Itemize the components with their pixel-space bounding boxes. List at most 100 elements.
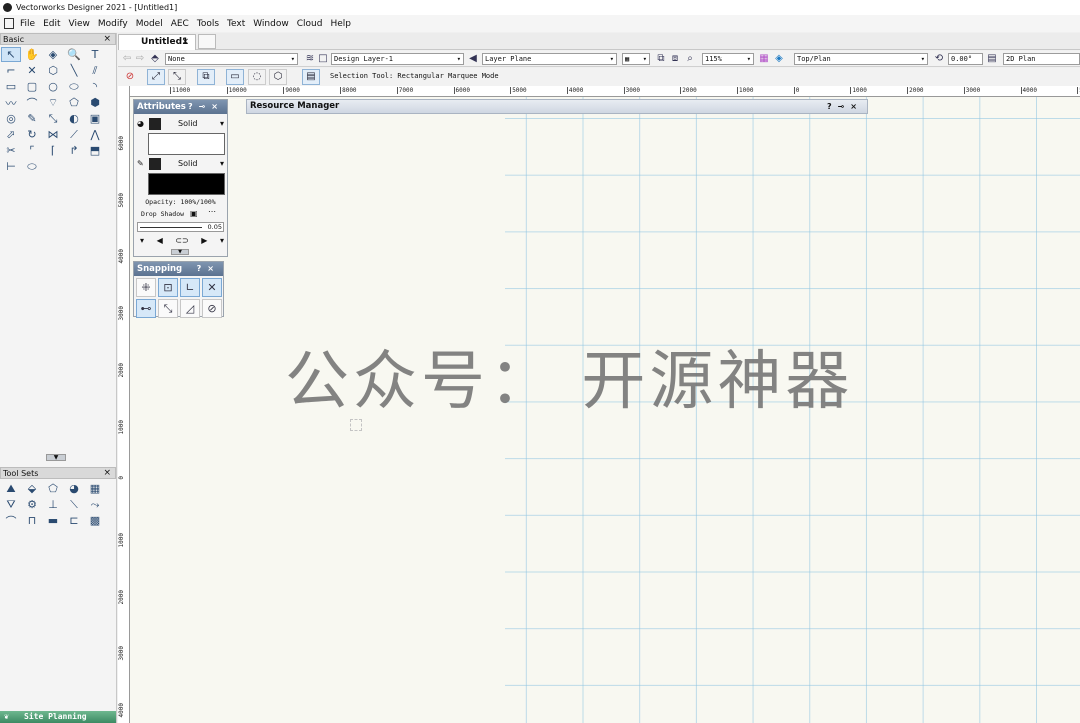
chamfer-tool-icon[interactable]: ⌈ xyxy=(43,143,63,158)
mode-lasso-button[interactable]: ◌ xyxy=(248,69,266,85)
magnifier-icon[interactable]: ⌕ xyxy=(684,53,696,65)
snapping-controls[interactable]: ?× xyxy=(197,262,220,276)
push-pull-tool-icon[interactable]: ⬒ xyxy=(85,143,105,158)
selection-tool-icon[interactable]: ↖ xyxy=(1,47,21,62)
offset-tool-icon[interactable]: ↱ xyxy=(64,143,84,158)
arrowhead-row[interactable]: ▾ ◀ ⊂⊃ ▶ ▾ xyxy=(140,236,224,245)
attributes-collapse-icon[interactable]: ▼ xyxy=(171,249,189,255)
snap-smart-points-icon[interactable]: ⤡ xyxy=(158,299,178,318)
site-planning-set-icon[interactable]: ⛰ xyxy=(1,481,21,496)
opacity-label[interactable]: Opacity: 100%/100% xyxy=(134,198,227,206)
disable-select-icon[interactable]: ⊘ xyxy=(124,71,136,83)
extrude-tool-icon[interactable]: ⬭ xyxy=(22,159,42,174)
symbol-tool-icon[interactable]: ⬡ xyxy=(43,63,63,78)
line-weight-field[interactable]: 0.05 xyxy=(137,222,224,232)
dims-set-icon[interactable]: ⊥ xyxy=(43,497,63,512)
menu-cloud[interactable]: Cloud xyxy=(297,19,323,29)
snap-object-icon[interactable]: ⊡ xyxy=(158,278,178,297)
circle-tool-icon[interactable]: ○ xyxy=(43,79,63,94)
locus-tool-icon[interactable]: ✕ xyxy=(22,63,42,78)
pen-dropdown-icon[interactable]: ▾ xyxy=(220,158,224,170)
line-tool-icon[interactable]: ╲ xyxy=(64,63,84,78)
mode-poly-button[interactable]: ⬡ xyxy=(269,69,287,85)
text-tool-icon[interactable]: T xyxy=(85,47,105,62)
pen-swatch[interactable] xyxy=(149,158,161,170)
start-arrow-dropdown-icon[interactable]: ▾ xyxy=(140,236,144,245)
fill-color-preview[interactable] xyxy=(148,133,225,155)
clip-tool-icon[interactable]: ▣ xyxy=(85,111,105,126)
site-planning-bar[interactable]: ❦ Site Planning xyxy=(0,711,116,723)
shadow-more-icon[interactable]: ⋯ xyxy=(208,207,216,216)
snapping-header[interactable]: Snapping ?× xyxy=(134,262,223,276)
snap-distance-icon[interactable]: ⊷ xyxy=(136,299,156,318)
shadow-checkbox-icon[interactable]: ▣ xyxy=(190,209,198,218)
attributes-controls[interactable]: ?⊸× xyxy=(188,100,224,114)
tab-untitled1[interactable]: Untitled1 × xyxy=(118,34,196,50)
rounded-rect-tool-icon[interactable]: ▢ xyxy=(22,79,42,94)
dimension-tool-icon[interactable]: ⊢ xyxy=(1,159,21,174)
toolsets-palette-close-icon[interactable]: × xyxy=(103,468,111,479)
plane-select[interactable]: Layer Plane ▾ xyxy=(482,53,617,65)
view-select[interactable]: Top/Plan ▾ xyxy=(794,53,928,65)
plane-icon[interactable]: ◀ xyxy=(467,53,479,65)
resource-manager-controls[interactable]: ?⊸× xyxy=(827,100,863,113)
rotate-tool-icon[interactable]: ↻ xyxy=(22,127,42,142)
menu-edit[interactable]: Edit xyxy=(43,19,60,29)
spiral-tool-icon[interactable]: ◎ xyxy=(1,111,21,126)
split-tool-icon[interactable]: ⟋ xyxy=(64,127,84,142)
freehand-tool-icon[interactable]: 〰 xyxy=(1,95,21,110)
oval-tool-icon[interactable]: ⬭ xyxy=(64,79,84,94)
grid-select[interactable]: ▦ ▾ xyxy=(622,53,650,65)
options-icon[interactable]: ▤ xyxy=(986,53,998,65)
link-icon[interactable]: ⊂⊃ xyxy=(175,236,188,245)
zoom-fit-icon[interactable]: ⧉ xyxy=(655,53,667,65)
tab-close-icon[interactable]: × xyxy=(181,35,189,50)
toolsets-palette-header[interactable]: Tool Sets × xyxy=(0,467,116,479)
zoom-select[interactable]: 115% ▾ xyxy=(702,53,754,65)
end-arrow-dropdown-icon[interactable]: ▾ xyxy=(220,236,224,245)
fixtures-set-icon[interactable]: ⊏ xyxy=(64,513,84,528)
snap-intersection-icon[interactable]: ✕ xyxy=(202,278,222,297)
fill-swatch[interactable] xyxy=(149,118,161,130)
landscape-set-icon[interactable]: ⛛ xyxy=(1,497,21,512)
building-shell-set-icon[interactable]: ⬙ xyxy=(22,481,42,496)
zoom-objects-icon[interactable]: ⧈ xyxy=(669,53,681,65)
rotation-field[interactable]: 0.00° xyxy=(948,53,983,65)
menu-window[interactable]: Window xyxy=(253,19,289,29)
furniture-set-icon[interactable]: ▦ xyxy=(85,481,105,496)
regular-polygon-tool-icon[interactable]: ⬢ xyxy=(85,95,105,110)
fill-dropdown-icon[interactable]: ▾ xyxy=(220,118,224,130)
reshape-tool-icon[interactable]: ⬀ xyxy=(1,127,21,142)
end-arrow-icon[interactable]: ▶ xyxy=(201,236,207,245)
render-mode-icon[interactable]: ▦ xyxy=(758,53,770,65)
layer-box-icon[interactable]: □ xyxy=(317,53,329,65)
eyedropper-tool-icon[interactable]: ✎ xyxy=(22,111,42,126)
detailing-set-icon[interactable]: ⬠ xyxy=(43,481,63,496)
menu-modify[interactable]: Modify xyxy=(98,19,128,29)
layer-stack-icon[interactable]: ≋ xyxy=(304,53,316,65)
polygon-tool-icon[interactable]: ⌔ xyxy=(43,95,63,110)
view-cube-icon[interactable]: ◈ xyxy=(773,53,785,65)
menu-view[interactable]: View xyxy=(69,19,90,29)
new-tab-button[interactable] xyxy=(198,34,216,49)
pen-color-preview[interactable] xyxy=(148,173,225,195)
document-icon[interactable] xyxy=(4,18,14,29)
mode-multi-button[interactable]: ⤡ xyxy=(168,69,186,85)
mechanical-set-icon[interactable]: ⚙ xyxy=(22,497,42,512)
pan-tool-icon[interactable]: ✋ xyxy=(22,47,42,62)
menu-model[interactable]: Model xyxy=(136,19,163,29)
mode-transform-button[interactable]: ⧉ xyxy=(197,69,215,85)
arc-tool-icon[interactable]: ◝ xyxy=(85,79,105,94)
mirror-tool-icon[interactable]: ⋈ xyxy=(43,127,63,142)
menu-text[interactable]: Text xyxy=(227,19,245,29)
mode-single-button[interactable]: ⤢ xyxy=(147,69,165,85)
visualization-set-icon[interactable]: ◕ xyxy=(64,481,84,496)
double-polygon-tool-icon[interactable]: ⬠ xyxy=(64,95,84,110)
snap-smart-edge-icon[interactable]: ◿ xyxy=(180,299,200,318)
basic-palette-header[interactable]: Basic × xyxy=(0,33,116,45)
menu-tools[interactable]: Tools xyxy=(197,19,219,29)
forward-icon[interactable]: ⇨ xyxy=(134,53,146,65)
zoom-tool-icon[interactable]: 🔍 xyxy=(64,47,84,62)
mode-preferences-button[interactable]: ▤ xyxy=(302,69,320,85)
piping-set-icon[interactable]: ⤳ xyxy=(85,497,105,512)
